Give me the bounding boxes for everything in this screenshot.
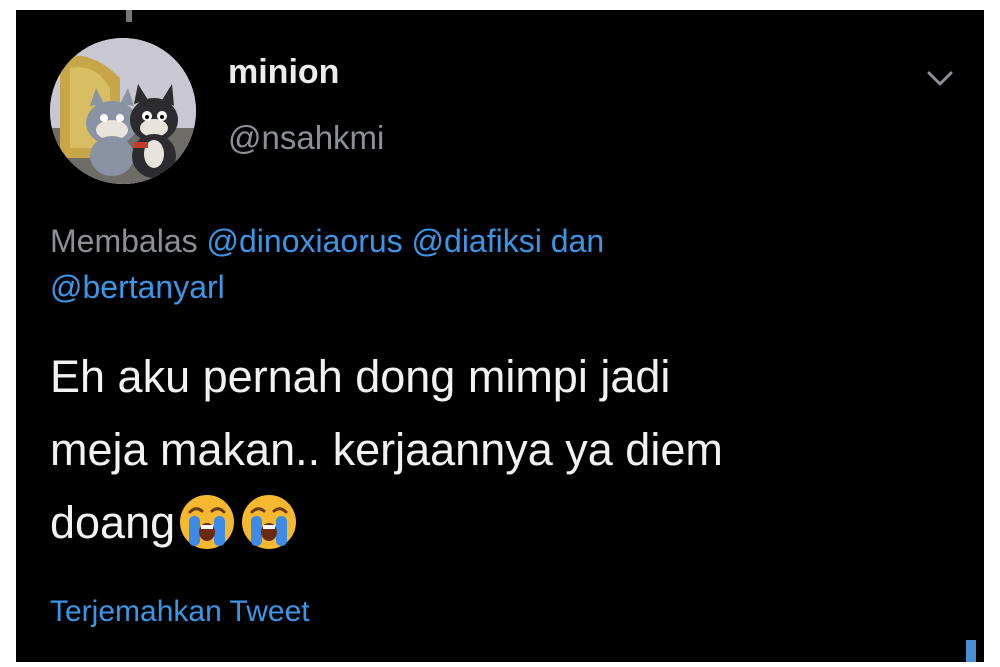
reply-prefix: Membalas: [50, 223, 198, 259]
tweet-screenshot: minion @nsahkmi Membalas @dinoxiaorus @d…: [16, 10, 984, 662]
reply-context: Membalas @dinoxiaorus @diafiksi dan @ber…: [50, 218, 950, 310]
user-handle[interactable]: @nsahkmi: [228, 116, 384, 160]
avatar[interactable]: [50, 38, 196, 184]
translate-tweet-link[interactable]: Terjemahkan Tweet: [50, 590, 310, 634]
crying-face-icon: [180, 495, 235, 549]
mention-link[interactable]: @diafiksi: [412, 223, 542, 259]
avatar-image: [50, 38, 196, 184]
tweet-text-line: doang: [50, 497, 176, 548]
chevron-down-icon[interactable]: [920, 58, 960, 98]
scrollbar-thumb[interactable]: [966, 640, 976, 662]
mention-link[interactable]: @dinoxiaorus: [207, 223, 403, 259]
mention-joiner[interactable]: dan: [551, 223, 604, 259]
mention-link[interactable]: @bertanyarl: [50, 269, 225, 305]
tweet-text-line: meja makan.. kerjaannya ya diem: [50, 424, 723, 475]
tweet-text: Eh aku pernah dong mimpi jadi meja makan…: [50, 340, 960, 559]
display-name[interactable]: minion: [228, 50, 339, 94]
crying-face-icon: [242, 495, 297, 549]
tweet-text-line: Eh aku pernah dong mimpi jadi: [50, 351, 671, 402]
scroll-indicator: [126, 10, 132, 22]
